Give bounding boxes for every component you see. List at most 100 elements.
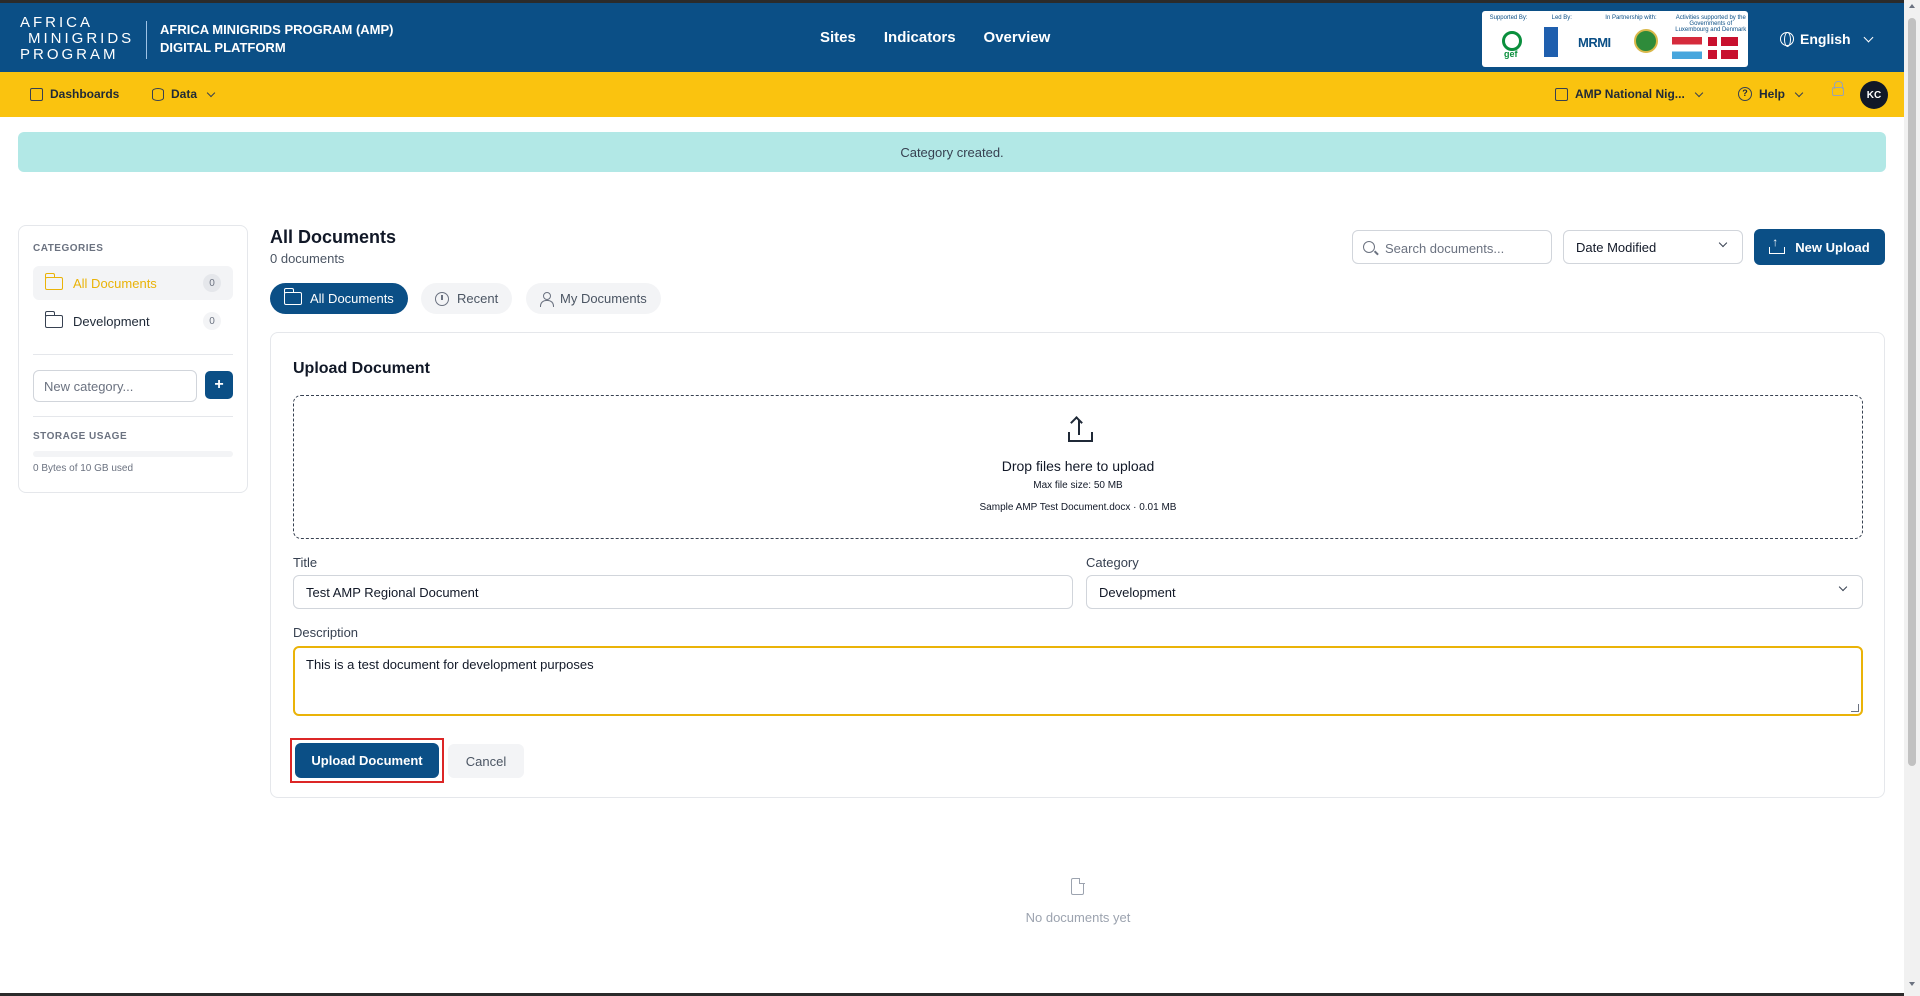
folder-icon — [44, 272, 63, 290]
category-value: Development — [1099, 585, 1176, 600]
cancel-button[interactable]: Cancel — [448, 744, 524, 778]
scroll-down-icon[interactable] — [1909, 982, 1915, 986]
building-icon — [1555, 87, 1568, 101]
title-value: Test AMP Regional Document — [306, 585, 479, 600]
amp-logo[interactable]: AFRICA MINIGRIDS PROGRAM — [20, 15, 132, 63]
selected-file: Sample AMP Test Document.docx · 0.01 MB — [979, 502, 1177, 513]
upload-icon — [1769, 235, 1786, 254]
platform-title-line-2: DIGITAL PLATFORM — [160, 40, 286, 55]
mrmi-logo: MRMI — [1578, 35, 1611, 50]
category-development[interactable]: Development 0 — [33, 304, 233, 338]
nav-sites[interactable]: Sites — [820, 29, 856, 46]
help-icon: ? — [1738, 87, 1752, 101]
partner-logos: Supported By: Led By: In Partnership wit… — [1482, 11, 1748, 67]
partner-labels: Supported By: Led By: In Partnership wit… — [1482, 15, 1748, 33]
success-alert: Category created. — [18, 132, 1886, 172]
dashboards-menu[interactable]: Dashboards — [30, 87, 119, 101]
logo-line-3: PROGRAM — [20, 46, 119, 63]
storage-progress-bar — [33, 451, 233, 457]
top-navigation: Sites Indicators Overview — [820, 29, 1050, 46]
new-upload-label: New Upload — [1795, 239, 1870, 255]
chevron-down-icon — [206, 88, 216, 97]
category-all-documents[interactable]: All Documents 0 — [33, 266, 233, 300]
language-label: English — [1800, 31, 1851, 47]
afdb-logo-icon — [1634, 29, 1658, 53]
data-menu[interactable]: Data — [152, 87, 216, 101]
dropzone-text: Drop files here to upload — [1001, 458, 1155, 474]
nav-overview[interactable]: Overview — [984, 29, 1051, 46]
description-value: This is a test document for development … — [306, 657, 594, 672]
upload-document-card: Upload Document Drop files here to uploa… — [270, 332, 1885, 798]
organization-selector[interactable]: AMP National Nig... — [1555, 87, 1704, 101]
user-icon — [540, 291, 554, 307]
upload-button-highlight: Upload Document — [290, 738, 444, 783]
tab-all-documents[interactable]: All Documents — [270, 283, 408, 314]
title-input[interactable]: Test AMP Regional Document — [293, 575, 1073, 609]
sidebar-divider — [33, 354, 233, 355]
description-textarea[interactable]: This is a test document for development … — [293, 646, 1863, 716]
help-menu[interactable]: ? Help — [1738, 87, 1804, 101]
add-category-button[interactable]: + — [205, 371, 233, 399]
category-label: Category — [1086, 555, 1139, 570]
search-icon — [1363, 241, 1375, 253]
search-input[interactable] — [1385, 238, 1545, 258]
scrollbar-thumb[interactable] — [1908, 18, 1916, 766]
partnership-label: In Partnership with: — [1605, 15, 1657, 21]
sidebar-divider — [33, 416, 233, 417]
globe-icon — [1780, 32, 1794, 47]
page-scrollbar[interactable] — [1904, 0, 1920, 996]
sort-select[interactable]: Date Modified — [1563, 230, 1743, 264]
data-label: Data — [171, 87, 198, 101]
description-label: Description — [293, 625, 359, 640]
luxembourg-flag-icon — [1672, 37, 1702, 59]
chevron-down-icon — [1794, 88, 1804, 97]
scroll-up-icon[interactable] — [1909, 4, 1915, 8]
clock-icon — [435, 291, 449, 306]
title-label: Title — [293, 555, 318, 570]
tab-recent[interactable]: Recent — [421, 283, 513, 314]
dashboards-label: Dashboards — [50, 87, 120, 101]
top-header: AFRICA MINIGRIDS PROGRAM AFRICA MINIGRID… — [0, 0, 1904, 72]
dashboard-icon — [30, 87, 43, 101]
logo-line-2: MINIGRIDS — [28, 30, 135, 47]
chevron-down-icon — [1863, 32, 1874, 42]
file-dropzone[interactable]: Drop files here to upload Max file size:… — [293, 395, 1863, 539]
secondary-toolbar: Dashboards Data AMP National Nig... ? He… — [0, 72, 1904, 117]
storage-usage-text: 0 Bytes of 10 GB used — [33, 463, 134, 474]
lock-icon[interactable] — [1832, 81, 1844, 96]
logo-divider — [146, 21, 147, 59]
new-category-input[interactable] — [33, 370, 197, 402]
activities-label: Activities supported by the Governments … — [1675, 15, 1747, 33]
folder-icon — [283, 288, 302, 305]
database-icon — [152, 87, 164, 101]
new-upload-button[interactable]: New Upload — [1754, 229, 1885, 265]
tab-label: My Documents — [560, 291, 647, 306]
undp-logo-icon — [1544, 27, 1558, 57]
category-select[interactable]: Development — [1086, 575, 1863, 609]
tab-my-documents[interactable]: My Documents — [526, 283, 661, 314]
gef-logo-text: gef — [1504, 49, 1518, 59]
sort-value: Date Modified — [1576, 240, 1657, 255]
upload-document-button[interactable]: Upload Document — [295, 743, 439, 778]
upload-card-title: Upload Document — [293, 360, 430, 377]
category-count: 0 — [203, 312, 221, 330]
categories-title: CATEGORIES — [33, 243, 104, 254]
user-avatar[interactable]: KC — [1860, 81, 1888, 109]
organization-label: AMP National Nig... — [1575, 87, 1685, 101]
document-search[interactable] — [1352, 230, 1552, 264]
category-count: 0 — [203, 274, 221, 292]
document-icon — [1071, 877, 1085, 895]
tab-label: Recent — [457, 291, 499, 306]
category-label: All Documents — [73, 275, 157, 291]
gef-logo-icon — [1502, 31, 1522, 51]
chevron-down-icon — [1694, 88, 1704, 97]
page-title: All Documents — [270, 227, 397, 247]
nav-indicators[interactable]: Indicators — [884, 29, 956, 46]
resize-handle[interactable] — [1851, 704, 1859, 712]
help-label: Help — [1759, 87, 1786, 101]
language-selector[interactable]: English — [1780, 31, 1874, 47]
categories-sidebar: CATEGORIES All Documents 0 Development 0… — [18, 225, 248, 493]
platform-title: AFRICA MINIGRIDS PROGRAM (AMP) DIGITAL P… — [160, 21, 394, 57]
chevron-down-icon — [1838, 582, 1848, 592]
document-count: 0 documents — [270, 251, 345, 266]
